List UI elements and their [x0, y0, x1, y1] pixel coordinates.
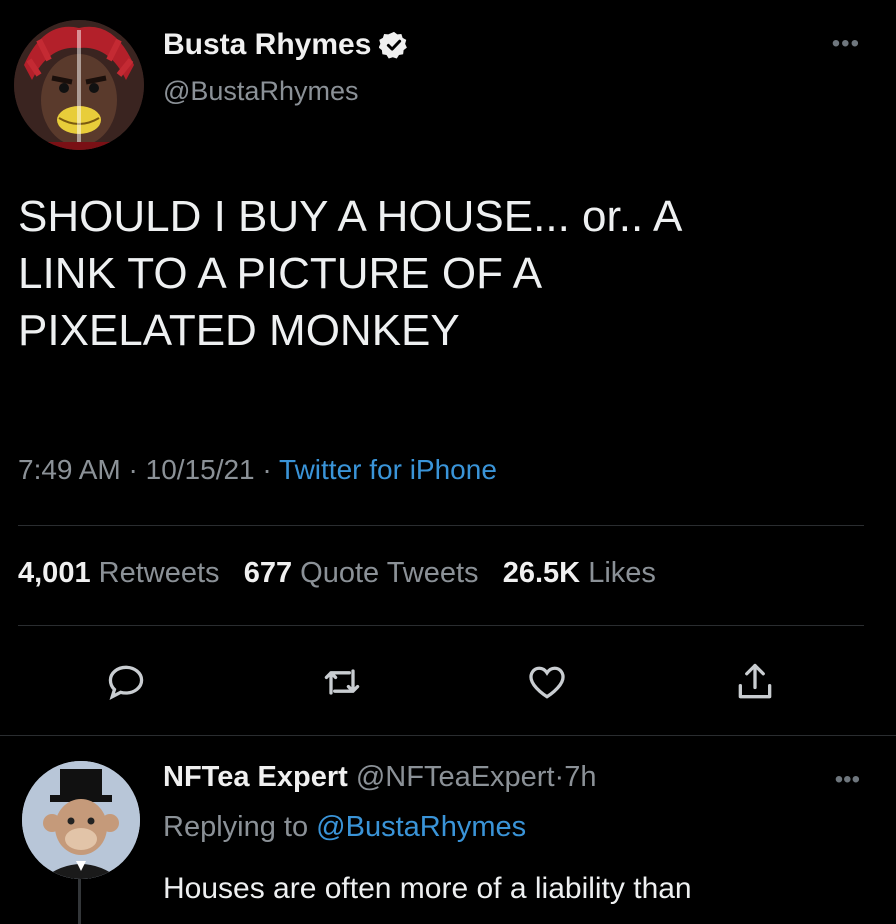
- quotes-stat[interactable]: 677 Quote Tweets: [244, 557, 479, 589]
- reply-icon[interactable]: [104, 660, 148, 704]
- likes-count: 26.5K: [502, 557, 581, 589]
- likes-label: Likes: [588, 557, 656, 589]
- avatar-image: [14, 20, 144, 150]
- tweet-time: 7:49 AM: [18, 454, 121, 485]
- replying-mention[interactable]: @BustaRhymes: [316, 811, 526, 843]
- retweets-stat[interactable]: 4,001 Retweets: [18, 557, 220, 589]
- tweet-date: 10/15/21: [145, 454, 255, 485]
- handle[interactable]: @BustaRhymes: [163, 76, 358, 107]
- replying-prefix: Replying to: [163, 811, 309, 843]
- main-tweet: Busta Rhymes @BustaRhymes ••• SHOULD I B…: [0, 0, 896, 735]
- tweet-meta: 7:49 AM · 10/15/21 · Twitter for iPhone: [18, 454, 497, 486]
- reply-tweet[interactable]: NFTea Expert @NFTeaExpert·7h ••• Replyin…: [0, 735, 896, 924]
- retweet-icon[interactable]: [320, 660, 364, 704]
- reply-header: NFTea Expert @NFTeaExpert·7h: [163, 761, 596, 794]
- tweet-text: SHOULD I BUY A HOUSE... or.. A LINK TO A…: [18, 192, 683, 355]
- meta-separator: ·: [262, 454, 272, 485]
- reply-text: Houses are often more of a liability tha…: [163, 872, 692, 905]
- reply-avatar-image: [22, 761, 140, 879]
- author-row: Busta Rhymes: [163, 28, 409, 62]
- retweets-label: Retweets: [98, 557, 220, 589]
- divider: [18, 625, 864, 626]
- reply-avatar[interactable]: [22, 761, 140, 879]
- thread-line: [78, 879, 81, 924]
- reply-more-icon[interactable]: •••: [835, 766, 860, 794]
- retweets-count: 4,001: [18, 557, 91, 589]
- share-icon[interactable]: [733, 660, 777, 704]
- like-icon[interactable]: [525, 660, 569, 704]
- tweet-source[interactable]: Twitter for iPhone: [279, 454, 497, 485]
- verified-badge-icon: [379, 30, 409, 60]
- quotes-count: 677: [243, 557, 293, 589]
- avatar[interactable]: [14, 20, 144, 150]
- reply-time: 7h: [564, 761, 597, 793]
- replying-to: Replying to @BustaRhymes: [163, 811, 526, 844]
- likes-stat[interactable]: 26.5K Likes: [503, 557, 656, 589]
- reply-separator: ·: [554, 761, 565, 793]
- reply-display-name[interactable]: NFTea Expert: [163, 761, 348, 793]
- reply-handle[interactable]: @NFTeaExpert: [356, 761, 555, 793]
- meta-separator: ·: [128, 454, 138, 485]
- engagement-stats: 4,001 Retweets 677 Quote Tweets 26.5K Li…: [18, 557, 656, 590]
- divider: [18, 525, 864, 526]
- more-icon[interactable]: •••: [832, 30, 860, 58]
- display-name[interactable]: Busta Rhymes: [163, 28, 371, 62]
- quotes-label: Quote Tweets: [300, 557, 479, 589]
